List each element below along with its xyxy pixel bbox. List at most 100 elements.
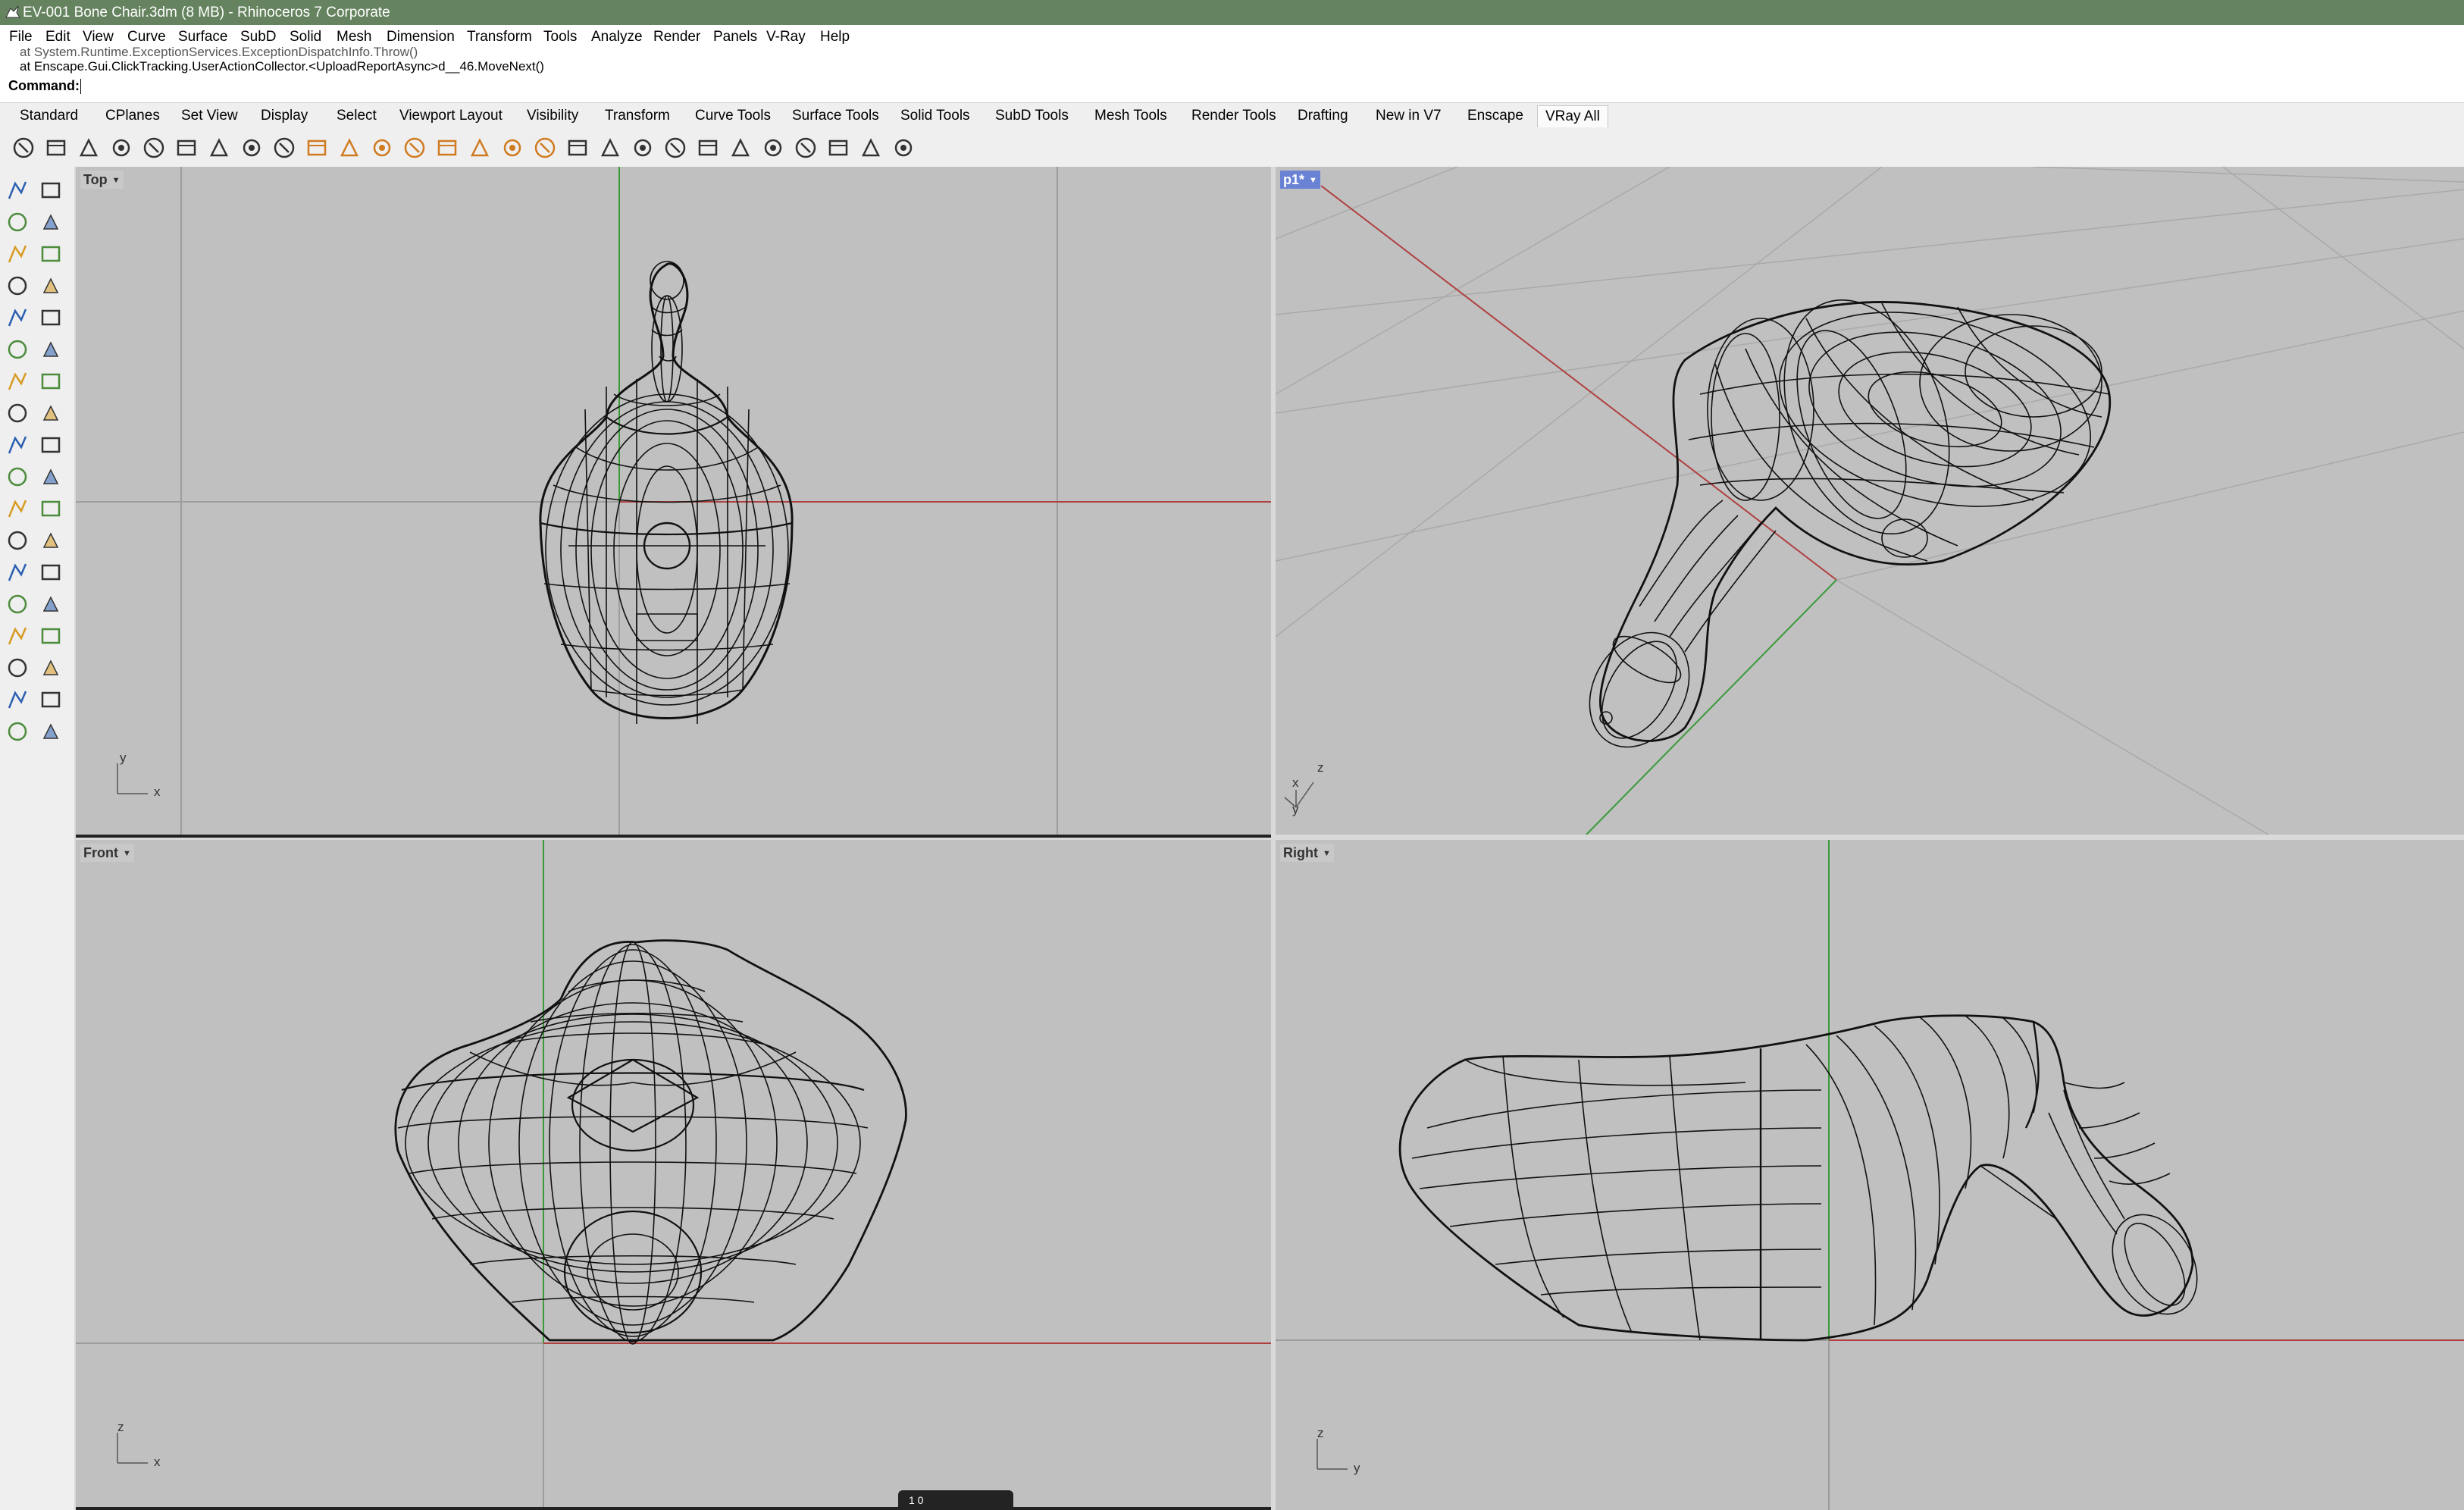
vray-refresh-icon[interactable] <box>142 136 166 160</box>
menu-render[interactable]: Render <box>653 25 700 49</box>
vray-lights-icon[interactable] <box>109 136 133 160</box>
explode-icon[interactable] <box>5 496 30 522</box>
check-icon[interactable] <box>38 687 64 713</box>
viewport-right-canvas[interactable]: z y <box>1276 840 2464 1510</box>
box-icon[interactable] <box>5 368 30 394</box>
command-input[interactable] <box>79 77 2459 95</box>
chevron-down-icon[interactable]: ▼ <box>1309 171 1317 190</box>
curve-icon[interactable] <box>38 209 64 235</box>
viewport-title-right[interactable]: Right ▼ <box>1280 844 1334 862</box>
trim-icon[interactable] <box>5 464 30 490</box>
tab-viewport-layout[interactable]: Viewport Layout <box>399 103 503 129</box>
loft-icon[interactable] <box>38 337 64 362</box>
text-icon[interactable] <box>5 559 30 585</box>
polyline-icon[interactable] <box>5 209 30 235</box>
tab-vray-all[interactable]: VRay All <box>1537 105 1608 127</box>
viewport-right[interactable]: z y Right ▼ <box>1276 840 2464 1510</box>
join-icon[interactable] <box>38 464 64 490</box>
vray-fur-icon[interactable] <box>631 136 655 160</box>
vray-interactive-icon[interactable] <box>44 136 68 160</box>
tab-display[interactable]: Display <box>261 103 308 129</box>
viewport-perspective-canvas[interactable]: x z y <box>1276 167 2464 835</box>
vray-sun-icon[interactable] <box>435 136 459 160</box>
vray-decal-icon[interactable] <box>696 136 720 160</box>
menu-tools[interactable]: Tools <box>543 25 577 49</box>
menu-transform[interactable]: Transform <box>467 25 532 49</box>
chevron-down-icon[interactable]: ▼ <box>1323 844 1331 863</box>
cylinder-icon[interactable] <box>5 400 30 426</box>
dimension-icon[interactable] <box>38 559 64 585</box>
viewport-title-perspective[interactable]: p1* ▼ <box>1280 171 1320 189</box>
tab-visibility[interactable]: Visibility <box>527 103 578 129</box>
vray-dome-light-icon[interactable] <box>468 136 492 160</box>
circle-icon[interactable] <box>5 241 30 267</box>
vray-globe-icon[interactable] <box>826 136 850 160</box>
vray-frame-buffer-icon[interactable] <box>174 136 199 160</box>
viewport-front[interactable]: z x Front ▼ <box>76 840 1271 1510</box>
menu-panels[interactable]: Panels <box>713 25 757 49</box>
vray-rect-light-icon[interactable] <box>402 136 427 160</box>
extrude-icon[interactable] <box>38 400 64 426</box>
vray-spotlight-icon[interactable] <box>305 136 329 160</box>
move-icon[interactable] <box>38 528 64 553</box>
viewport-title-top[interactable]: Top ▼ <box>80 171 124 189</box>
viewport-front-canvas[interactable]: z x <box>76 840 1271 1510</box>
tab-mesh-tools[interactable]: Mesh Tools <box>1094 103 1167 129</box>
tab-curve-tools[interactable]: Curve Tools <box>695 103 771 129</box>
vray-asset-editor-icon[interactable] <box>207 136 231 160</box>
ellipse-icon[interactable] <box>38 241 64 267</box>
analyze-icon[interactable] <box>38 655 64 681</box>
viewport-title-front[interactable]: Front ▼ <box>80 844 134 862</box>
grid-icon[interactable] <box>5 655 30 681</box>
vray-omni-light-icon[interactable] <box>500 136 524 160</box>
rectangle-icon[interactable] <box>38 273 64 299</box>
vray-mesh-export-icon[interactable] <box>761 136 785 160</box>
vray-render-icon[interactable] <box>11 136 36 160</box>
tab-cplanes[interactable]: CPlanes <box>105 103 160 129</box>
boolean-icon[interactable] <box>5 432 30 458</box>
layer-icon[interactable] <box>38 623 64 649</box>
fillet-curve-icon[interactable] <box>38 305 64 331</box>
tab-standard[interactable]: Standard <box>20 103 78 129</box>
tab-enscape[interactable]: Enscape <box>1467 103 1523 129</box>
arc-icon[interactable] <box>5 273 30 299</box>
bone-chair-wireframe[interactable] <box>1570 277 2112 765</box>
tab-transform[interactable]: Transform <box>605 103 670 129</box>
properties-icon[interactable] <box>5 687 30 713</box>
tab-surface-tools[interactable]: Surface Tools <box>792 103 879 129</box>
vray-ies-light-icon[interactable] <box>370 136 394 160</box>
vray-clipper-icon[interactable] <box>728 136 753 160</box>
vray-teapot-icon[interactable] <box>77 136 101 160</box>
select-arrow-icon[interactable] <box>5 177 30 203</box>
tab-set-view[interactable]: Set View <box>181 103 238 129</box>
menu-analyze[interactable]: Analyze <box>591 25 643 49</box>
render-icon[interactable] <box>5 719 30 744</box>
vray-vfb-icon[interactable] <box>240 136 264 160</box>
chevron-down-icon[interactable]: ▼ <box>112 171 121 190</box>
vray-camera-icon[interactable] <box>272 136 296 160</box>
bone-chair-wireframe[interactable] <box>539 261 794 724</box>
tab-solid-tools[interactable]: Solid Tools <box>900 103 970 129</box>
viewport-divider[interactable] <box>76 835 1271 838</box>
vray-proxy-icon[interactable] <box>598 136 622 160</box>
viewport-perspective[interactable]: x z y p1* ▼ <box>1276 167 2464 835</box>
chevron-down-icon[interactable]: ▼ <box>123 844 131 863</box>
surface-icon[interactable] <box>5 337 30 362</box>
sphere-icon[interactable] <box>38 368 64 394</box>
menu-help[interactable]: Help <box>820 25 850 49</box>
vray-material-icon[interactable] <box>794 136 818 160</box>
tab-render-tools[interactable]: Render Tools <box>1191 103 1276 129</box>
tab-select[interactable]: Select <box>337 103 377 129</box>
tab-drafting[interactable]: Drafting <box>1298 103 1348 129</box>
vray-infinite-plane-icon[interactable] <box>565 136 590 160</box>
vray-lock-icon[interactable] <box>891 136 916 160</box>
tab-subd-tools[interactable]: SubD Tools <box>995 103 1069 129</box>
vray-pin-icon[interactable] <box>859 136 883 160</box>
bone-chair-wireframe[interactable] <box>1398 1014 2214 1342</box>
array-icon[interactable] <box>5 591 30 617</box>
bone-chair-wireframe[interactable] <box>394 939 907 1345</box>
point-icon[interactable] <box>38 177 64 203</box>
viewport-top[interactable]: y x Top ▼ <box>76 167 1271 835</box>
tab-new-in-v7[interactable]: New in V7 <box>1376 103 1442 129</box>
light-icon[interactable] <box>38 719 64 744</box>
